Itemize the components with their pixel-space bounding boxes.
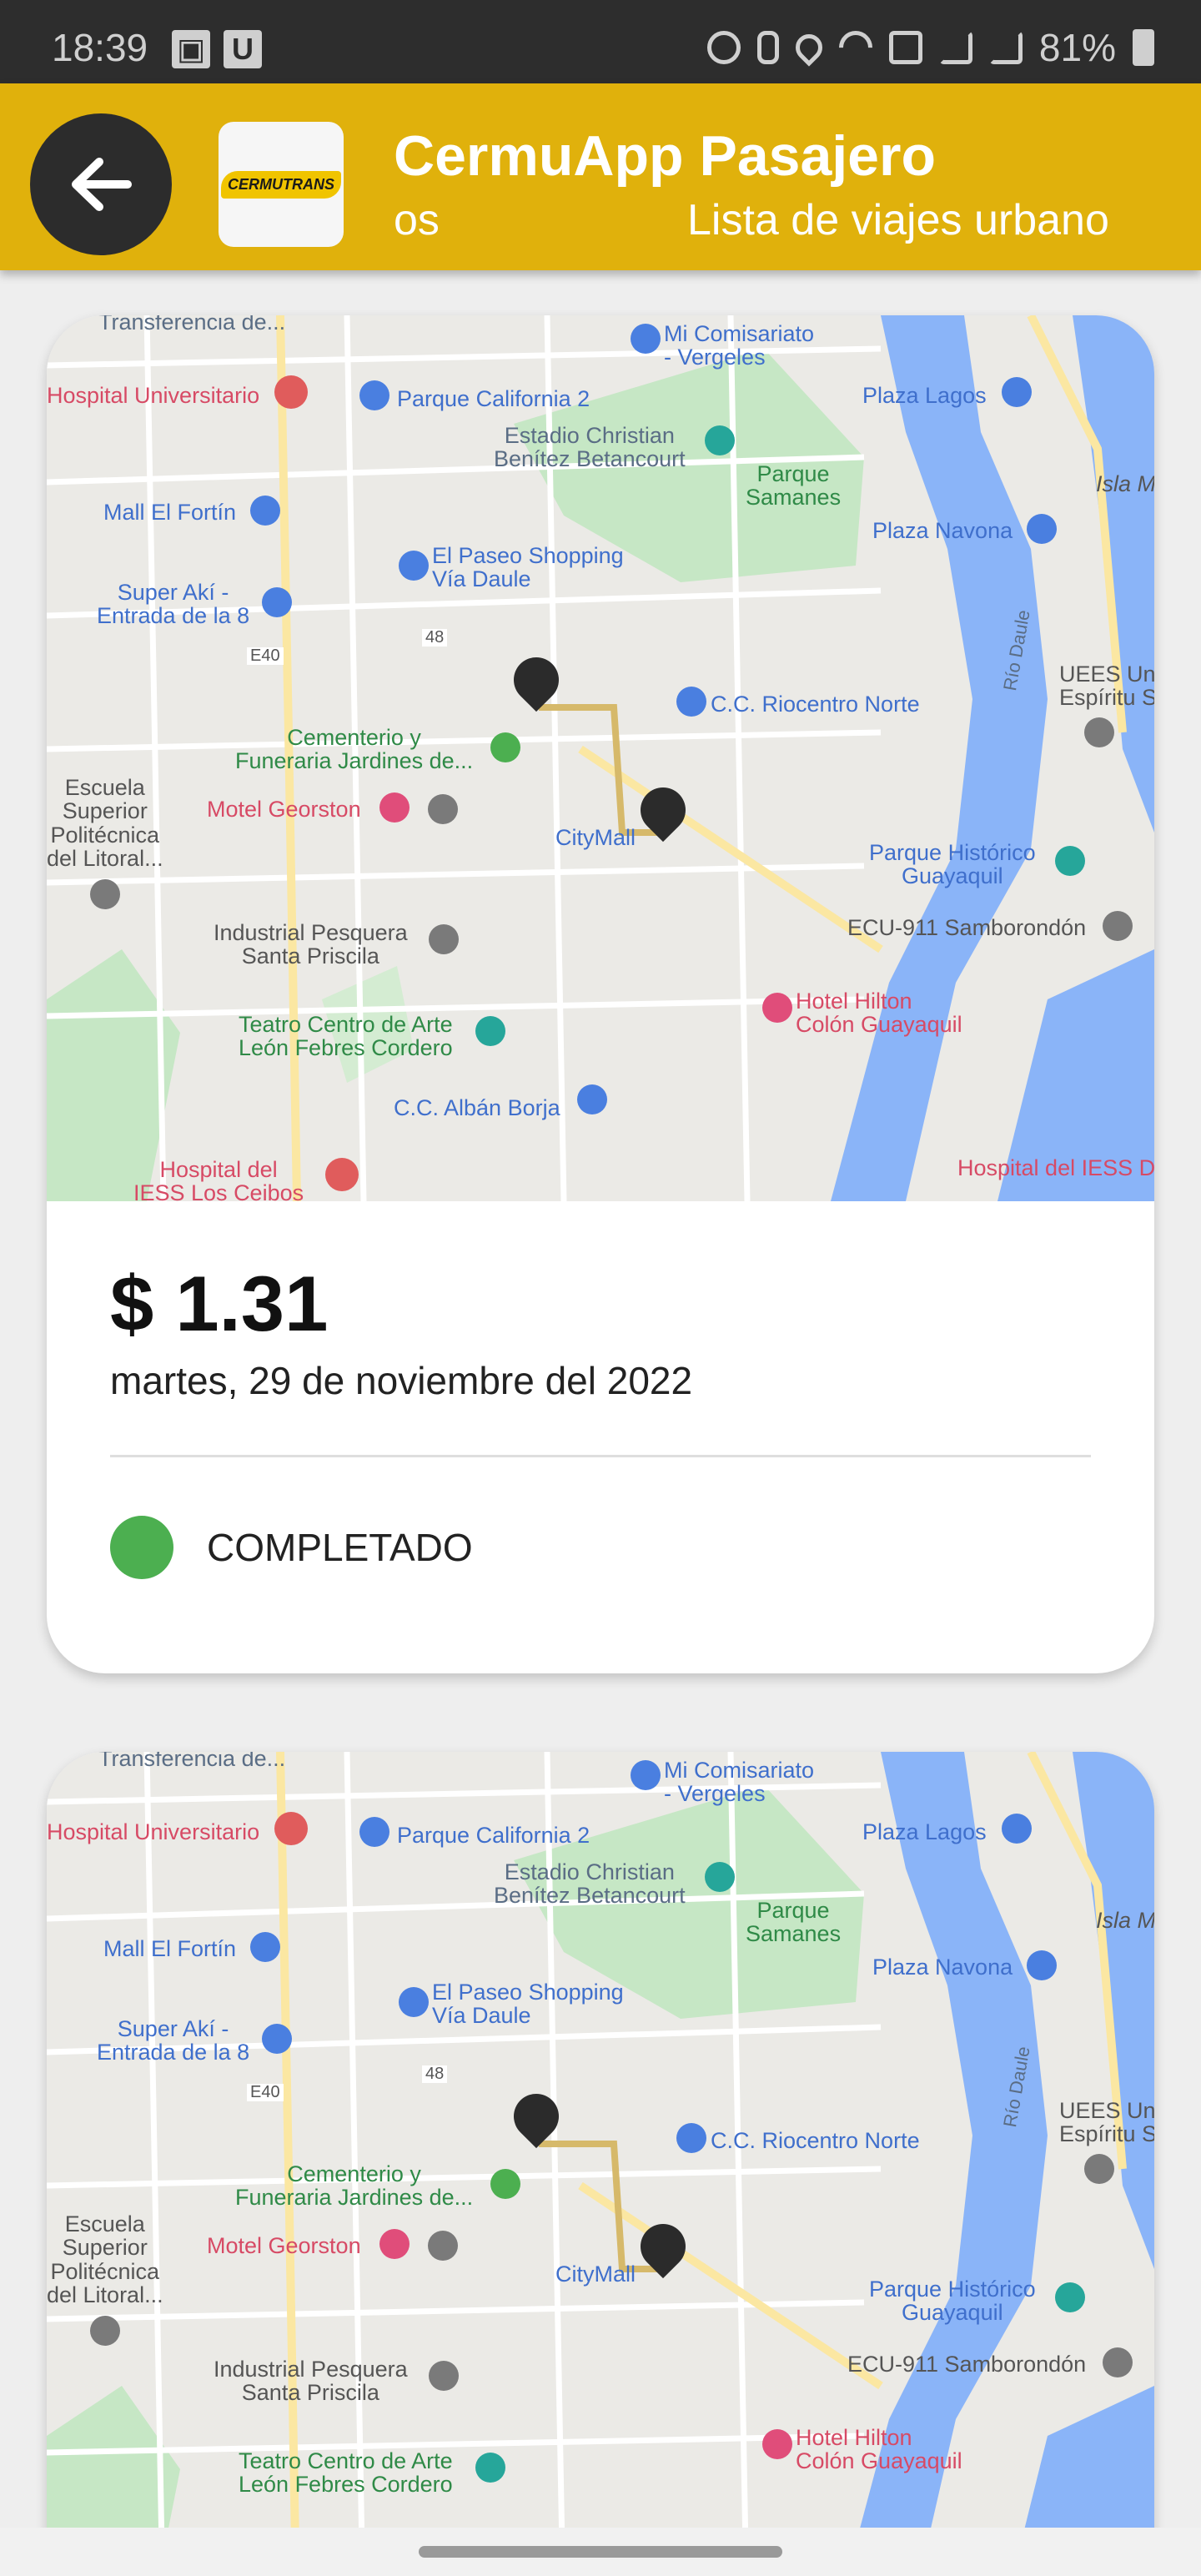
arrow-back-icon bbox=[72, 158, 132, 211]
map-label: Teatro Centro de Arte León Febres Corder… bbox=[239, 2448, 453, 2498]
map-label: Parque Histórico Guayaquil bbox=[869, 840, 1036, 889]
map-label: E40 bbox=[247, 647, 284, 665]
home-gesture-handle[interactable] bbox=[419, 2546, 782, 2558]
trip-map[interactable]: Transferencia de... Mi Comisariato - Ver… bbox=[47, 315, 1154, 1201]
map-label: Hotel Hilton Colón Guayaquil bbox=[796, 2425, 962, 2474]
map-label: Parque California 2 bbox=[397, 1823, 590, 1848]
map-label: Parque Samanes bbox=[746, 1898, 842, 1947]
trip-date: martes, 29 de noviembre del 2022 bbox=[110, 1359, 693, 1402]
status-label: COMPLETADO bbox=[207, 1526, 473, 1569]
map-label: ECU-911 Samborondón bbox=[847, 915, 1087, 940]
app-logo: CERMUTRANS bbox=[219, 122, 344, 247]
map-label: CityMall bbox=[555, 2262, 636, 2287]
map-label: Parque Histórico Guayaquil bbox=[869, 2277, 1036, 2326]
app-title: CermuApp Pasajero bbox=[394, 124, 936, 188]
map-label: Cementerio y Funeraria Jardines de... bbox=[235, 2161, 474, 2211]
map-label: Hospital Universitario bbox=[47, 383, 260, 408]
map-label: Motel Georston bbox=[207, 797, 361, 822]
logo-text: CERMUTRANS bbox=[221, 170, 341, 199]
signal-icon bbox=[938, 31, 972, 64]
map-label: Plaza Lagos bbox=[862, 383, 987, 408]
status-bar: 18:39 ▣ U 81% bbox=[0, 0, 1201, 83]
subtitle: Lista de viajes urbano bbox=[687, 196, 1109, 244]
map-label: C.C. Riocentro Norte bbox=[711, 692, 920, 717]
map-label: UEES Uni Espíritu S bbox=[1059, 662, 1154, 711]
battery-icon bbox=[1133, 29, 1154, 66]
trip-map[interactable]: Transferencia de... Mi Comisariato - Ver… bbox=[47, 1752, 1154, 2576]
map-label: CityMall bbox=[555, 825, 636, 850]
map-label: Teatro Centro de Arte León Febres Corder… bbox=[239, 1012, 453, 1061]
map-label: Escuela Superior Politécnica del Litoral… bbox=[47, 775, 163, 872]
wifi-icon bbox=[832, 23, 880, 72]
map-label: Parque California 2 bbox=[397, 386, 590, 411]
map-label: ECU-911 Samborondón bbox=[847, 2352, 1087, 2377]
map-label: Plaza Lagos bbox=[862, 1819, 987, 1844]
battery-percent: 81% bbox=[1038, 26, 1116, 69]
map-label: 48 bbox=[422, 2065, 448, 2083]
map-label: Hospital del IESS Los Ceibos bbox=[133, 1157, 304, 1201]
volte-4g-icon bbox=[888, 31, 922, 64]
map-label: Hospital Universitario bbox=[47, 1819, 260, 1844]
map-label: Estadio Christian Benítez Betancourt bbox=[494, 423, 686, 472]
map-label: C.C. Albán Borja bbox=[394, 1095, 560, 1120]
map-label: Cementerio y Funeraria Jardines de... bbox=[235, 725, 474, 774]
u-app-icon: U bbox=[224, 30, 262, 68]
back-button[interactable] bbox=[30, 113, 172, 255]
system-nav-bar bbox=[0, 2528, 1201, 2576]
divider bbox=[110, 1455, 1091, 1457]
map-label: Hotel Hilton Colón Guayaquil bbox=[796, 989, 962, 1038]
map-label: Hospital del IESS D bbox=[957, 1155, 1154, 1180]
map-label: Industrial Pesquera Santa Priscila bbox=[214, 2357, 408, 2406]
trip-status: COMPLETADO bbox=[110, 1516, 1091, 1579]
location-icon bbox=[790, 28, 828, 67]
map-label: Mi Comisariato - Vergeles bbox=[664, 1758, 815, 1807]
map-label: Plaza Navona bbox=[872, 1955, 1013, 1980]
map-label: Escuela Superior Politécnica del Litoral… bbox=[47, 2211, 163, 2308]
map-label: Super Akí - Entrada de la 8 bbox=[97, 580, 250, 629]
image-icon: ▣ bbox=[172, 30, 210, 68]
trip-card[interactable]: Transferencia de... Mi Comisariato - Ver… bbox=[47, 1752, 1154, 2576]
status-time: 18:39 bbox=[52, 26, 148, 69]
map-label: Motel Georston bbox=[207, 2233, 361, 2258]
subtitle-marquee: os Lista de viajes urbano bbox=[394, 195, 1153, 254]
map-label: E40 bbox=[247, 2084, 284, 2101]
map-label: Industrial Pesquera Santa Priscila bbox=[214, 920, 408, 969]
map-label: UEES Uni Espíritu S bbox=[1059, 2098, 1154, 2147]
map-label: Isla M bbox=[1096, 471, 1154, 496]
map-label: Isla M bbox=[1096, 1908, 1154, 1933]
map-label: Estadio Christian Benítez Betancourt bbox=[494, 1859, 686, 1909]
map-label: El Paseo Shopping Vía Daule bbox=[432, 543, 624, 592]
trip-card[interactable]: Transferencia de... Mi Comisariato - Ver… bbox=[47, 315, 1154, 1673]
map-label: Mi Comisariato - Vergeles bbox=[664, 321, 815, 370]
map-label: El Paseo Shopping Vía Daule bbox=[432, 1980, 624, 2029]
bluetooth-icon bbox=[756, 31, 779, 64]
alarm-icon bbox=[706, 31, 741, 64]
map-label: 48 bbox=[422, 629, 448, 647]
status-dot-icon bbox=[110, 1516, 173, 1579]
map-label: Mall El Fortín bbox=[103, 1936, 237, 1961]
subtitle-tail: os bbox=[394, 196, 440, 244]
map-label: Parque Samanes bbox=[746, 461, 842, 511]
trip-details: $ 1.31 martes, 29 de noviembre del 2022 … bbox=[47, 1201, 1154, 1579]
trip-price: $ 1.31 bbox=[110, 1260, 329, 1347]
map-label: Super Akí - Entrada de la 8 bbox=[97, 2016, 250, 2065]
app-bar: CERMUTRANS CermuApp Pasajero os Lista de… bbox=[0, 83, 1201, 270]
map-label: Transferencia de... bbox=[98, 315, 286, 335]
signal-icon bbox=[988, 31, 1023, 64]
map-label: Plaza Navona bbox=[872, 518, 1013, 543]
map-label: Transferencia de... bbox=[98, 1752, 286, 1771]
map-label: Mall El Fortín bbox=[103, 500, 237, 525]
map-label: C.C. Riocentro Norte bbox=[711, 2128, 920, 2153]
